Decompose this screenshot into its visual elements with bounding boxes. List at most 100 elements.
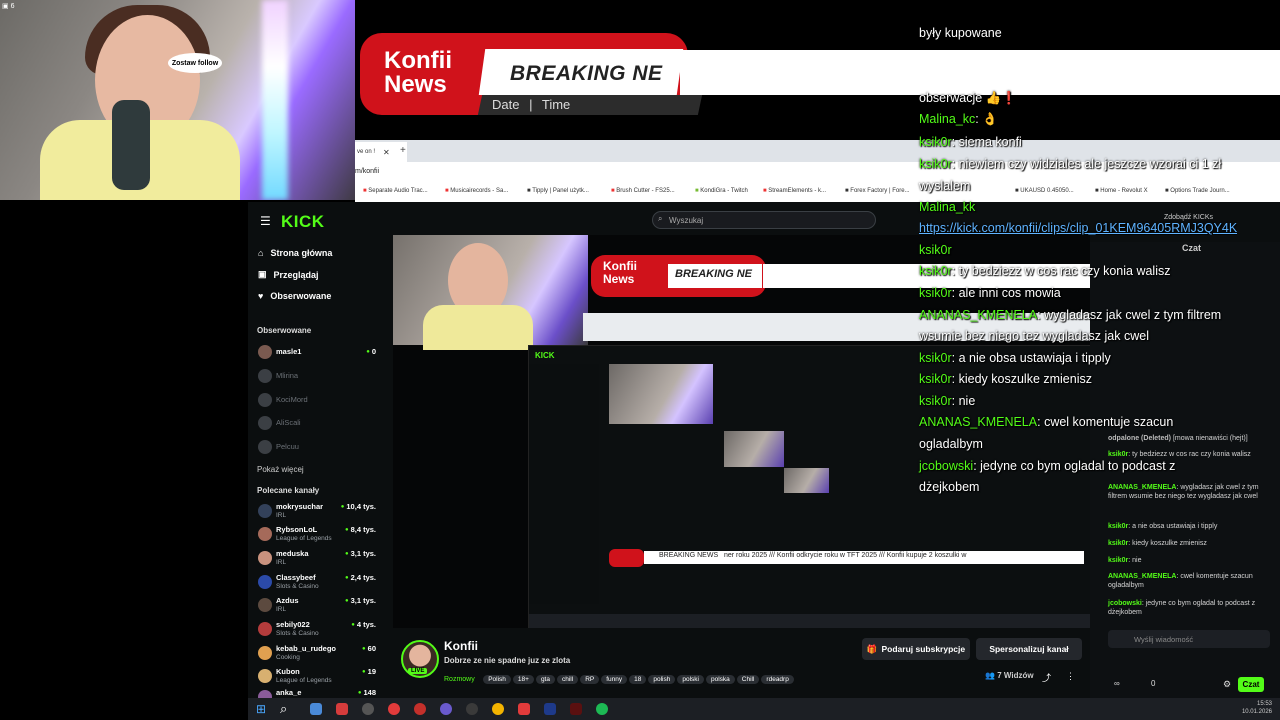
tag[interactable]: polski: [677, 675, 704, 684]
bookmark-5[interactable]: ■ KondiGra - Twitch: [695, 188, 748, 194]
recommended-channel[interactable]: RybsonLoLLeague of Legends8,4 tys.: [258, 524, 376, 544]
tag[interactable]: RP: [580, 675, 600, 684]
followed-section-title: Obserwowane: [257, 326, 312, 335]
overlay-chat-link[interactable]: https://kick.com/konfii/clips/clip_01KEM…: [919, 221, 1237, 235]
bookmark-9[interactable]: ■ Home - Revolut X: [1095, 188, 1148, 194]
app-icon[interactable]: [388, 703, 400, 715]
recommended-channel[interactable]: meduskaIRL3,1 tys.: [258, 548, 376, 568]
overlay-chat-line: ksik0r: ale inni cos mowia: [919, 286, 1061, 300]
show-more-link[interactable]: Pokaż więcej: [257, 465, 304, 474]
files-icon[interactable]: [310, 703, 322, 715]
app-icon[interactable]: [414, 703, 426, 715]
get-kicks-button[interactable]: Zdobądź KICKs: [1164, 214, 1213, 221]
followed-channel[interactable]: AliScali: [258, 413, 376, 433]
bookmark-2[interactable]: ■ Musicairecords - Sa...: [445, 188, 508, 194]
heart-icon: ♥: [258, 291, 264, 301]
recommended-channel[interactable]: mokrysucharIRL10,4 tys.: [258, 501, 376, 521]
tag[interactable]: Polish: [483, 675, 511, 684]
chat-input[interactable]: Wyślij wiadomość: [1108, 630, 1270, 648]
tag[interactable]: funny: [601, 675, 628, 684]
overlay-chat-line: ANANAS_KMENELA: cwel komentuje szacun: [919, 415, 1174, 429]
clock[interactable]: 15:53 10.01.2026: [1242, 700, 1272, 716]
overlay-chat-line: wyslalem: [919, 179, 971, 193]
spotify-icon[interactable]: [596, 703, 608, 715]
discord-icon[interactable]: [440, 703, 452, 715]
search-icon[interactable]: ⌕: [280, 701, 287, 717]
taskbar: ⊞ ⌕ 15:53 10.01.2026: [248, 698, 1280, 720]
kick-logo[interactable]: KICK: [281, 212, 325, 232]
chrome-icon[interactable]: [492, 703, 504, 715]
chat-message: ksik0r: kiedy koszulke zmienisz: [1108, 540, 1207, 547]
chat-message: ksik0r: a nie obsa ustawiaja i tipply: [1108, 523, 1218, 530]
avatar: [258, 598, 272, 612]
people-icon: 👥: [985, 671, 995, 680]
share-icon[interactable]: ⤴: [1042, 671, 1051, 684]
bookmark-4[interactable]: ■ Brush Cutter - FS25...: [611, 188, 675, 194]
nav-following[interactable]: ♥ Obserwowane: [258, 291, 331, 301]
windows-start-icon[interactable]: ⊞: [256, 702, 266, 716]
recommended-channel[interactable]: AzdusIRL3,1 tys.: [258, 595, 376, 615]
recommended-channel[interactable]: kebab_u_rudegoCooking60: [258, 643, 376, 663]
app-icon[interactable]: [570, 703, 582, 715]
bookmark-7[interactable]: ■ Forex Factory | Fore...: [845, 188, 910, 194]
followed-channel[interactable]: Pelcuu: [258, 437, 376, 457]
recommended-section-title: Polecane kanały: [257, 486, 320, 495]
new-tab-icon[interactable]: +: [400, 145, 406, 156]
nested-breaking-title: BREAKING NE: [675, 268, 753, 280]
chat-gifts: 0: [1151, 679, 1156, 688]
address-bar[interactable]: m/konfii: [355, 168, 379, 175]
recommended-channel[interactable]: ClassybeefSlots & Casino2,4 tys.: [258, 572, 376, 592]
chat-message: jcobowski: jedyne co bym ogladal to podc…: [1108, 600, 1256, 616]
tag[interactable]: 18: [629, 675, 647, 684]
nav-home[interactable]: ⌂ Strona główna: [258, 248, 332, 258]
menu-icon[interactable]: ☰: [260, 214, 271, 228]
avatar: [258, 345, 272, 359]
chat-message: ANANAS_KMENELA: wygladasz jak cwel z tym…: [1108, 484, 1259, 500]
bookmark-8[interactable]: ■ UKAUSD 0.45050...: [1015, 188, 1074, 194]
app-icon[interactable]: [518, 703, 530, 715]
light-glow: [262, 0, 288, 200]
overlay-chat-line: obserwacje 👍❗: [919, 91, 1017, 105]
customize-channel-button[interactable]: Spersonalizuj kanał: [976, 638, 1082, 660]
app-icon[interactable]: [336, 703, 348, 715]
recommended-channel[interactable]: KubonLeague of Legends19: [258, 666, 376, 686]
avatar: [258, 504, 272, 518]
bookmark-6[interactable]: ■ StreamElements - k...: [763, 188, 826, 194]
avatar: [258, 416, 272, 430]
settings-icon[interactable]: ⚙: [1223, 679, 1231, 690]
tag[interactable]: 18+: [512, 675, 534, 684]
followed-channel[interactable]: masle10: [258, 342, 376, 362]
stream-category[interactable]: Rozmowy: [444, 676, 475, 683]
avatar: [258, 440, 272, 454]
recommended-channel[interactable]: sebily022Slots & Casino4 tys.: [258, 619, 376, 639]
overlay-chat-line: ksik0r: niewiem czy widziales ale jeszcz…: [919, 157, 1222, 171]
tag[interactable]: chill: [556, 675, 579, 684]
nav-browse[interactable]: ▣ Przeglądaj: [258, 269, 319, 280]
channel-name[interactable]: Konfii: [444, 639, 478, 653]
nested-konfii-logo: Konfii News: [603, 259, 637, 286]
more-options-icon[interactable]: ⋮: [1066, 671, 1075, 682]
search-input[interactable]: ⌕ Wyszukaj: [652, 211, 876, 229]
close-tab-icon[interactable]: ✕: [383, 148, 390, 157]
tag[interactable]: Chill: [736, 675, 760, 684]
bookmark-3[interactable]: ■ Tipply | Panel użytk...: [527, 188, 589, 194]
bookmark-10[interactable]: ■ Options Trade Journ...: [1165, 188, 1230, 194]
avatar: [258, 393, 272, 407]
live-badge: LIVE: [408, 668, 428, 674]
chat-points: ∞: [1114, 679, 1120, 688]
followed-channel[interactable]: KociMord: [258, 390, 376, 410]
tag[interactable]: gta: [535, 675, 555, 684]
app-icon[interactable]: [544, 703, 556, 715]
bookmark-1[interactable]: ■ Separate Audio Trac...: [363, 188, 428, 194]
followed-channel[interactable]: Mlirina: [258, 366, 376, 386]
avatar: [258, 622, 272, 636]
obs-icon[interactable]: [362, 703, 374, 715]
app-icon[interactable]: [466, 703, 478, 715]
recommended-channel[interactable]: anka_e148: [258, 687, 376, 698]
tag[interactable]: polish: [648, 675, 676, 684]
chat-send-button[interactable]: Czat: [1238, 677, 1264, 692]
tag[interactable]: polska: [705, 675, 735, 684]
home-icon: ⌂: [258, 248, 264, 258]
gift-subscription-button[interactable]: 🎁 Podaruj subskrypcje: [862, 638, 970, 660]
tag[interactable]: rdeadrp: [761, 675, 794, 684]
